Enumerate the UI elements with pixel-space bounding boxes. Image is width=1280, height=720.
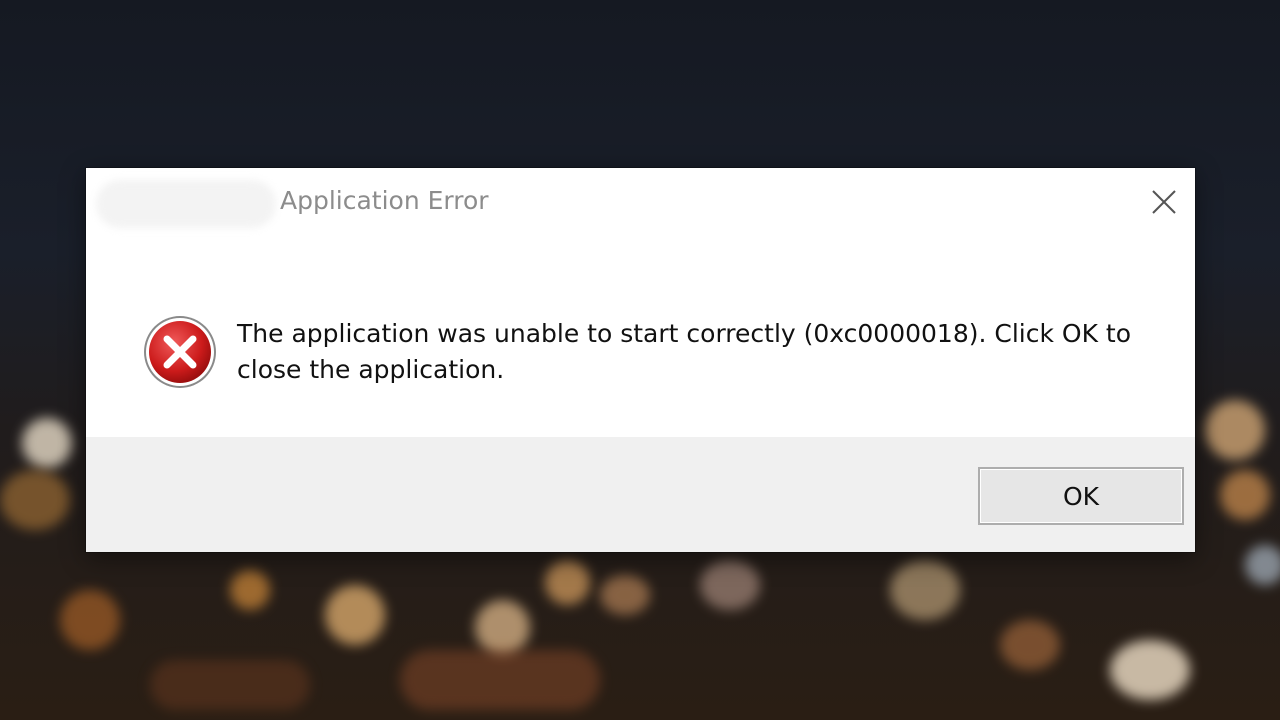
bokeh-light <box>1245 545 1280 585</box>
bokeh-light <box>545 560 590 605</box>
bokeh-light <box>150 660 310 710</box>
dialog-title: Application Error <box>280 186 489 215</box>
bokeh-light <box>700 560 760 610</box>
ok-button[interactable]: OK <box>978 467 1184 525</box>
close-icon <box>1152 190 1176 214</box>
error-message: The application was unable to start corr… <box>237 319 1132 384</box>
bokeh-light <box>325 585 385 645</box>
bokeh-light <box>475 600 530 655</box>
error-icon <box>144 316 216 388</box>
bokeh-light <box>230 570 270 610</box>
error-dialog: Application Error The application was un… <box>86 168 1195 552</box>
bokeh-light <box>1000 620 1060 670</box>
bokeh-light <box>0 470 70 530</box>
bokeh-light <box>1205 400 1265 460</box>
bokeh-light <box>400 650 600 710</box>
bokeh-light <box>600 575 650 615</box>
bokeh-light <box>22 418 72 468</box>
dialog-footer: OK <box>86 437 1195 552</box>
bokeh-light <box>1220 470 1270 520</box>
bokeh-light <box>1110 640 1190 700</box>
close-button[interactable] <box>1140 180 1188 224</box>
bokeh-light <box>890 560 960 620</box>
redacted-app-name <box>96 180 276 228</box>
title-bar[interactable]: Application Error <box>86 168 1195 240</box>
dialog-body: The application was unable to start corr… <box>86 240 1195 437</box>
bokeh-light <box>60 590 120 650</box>
